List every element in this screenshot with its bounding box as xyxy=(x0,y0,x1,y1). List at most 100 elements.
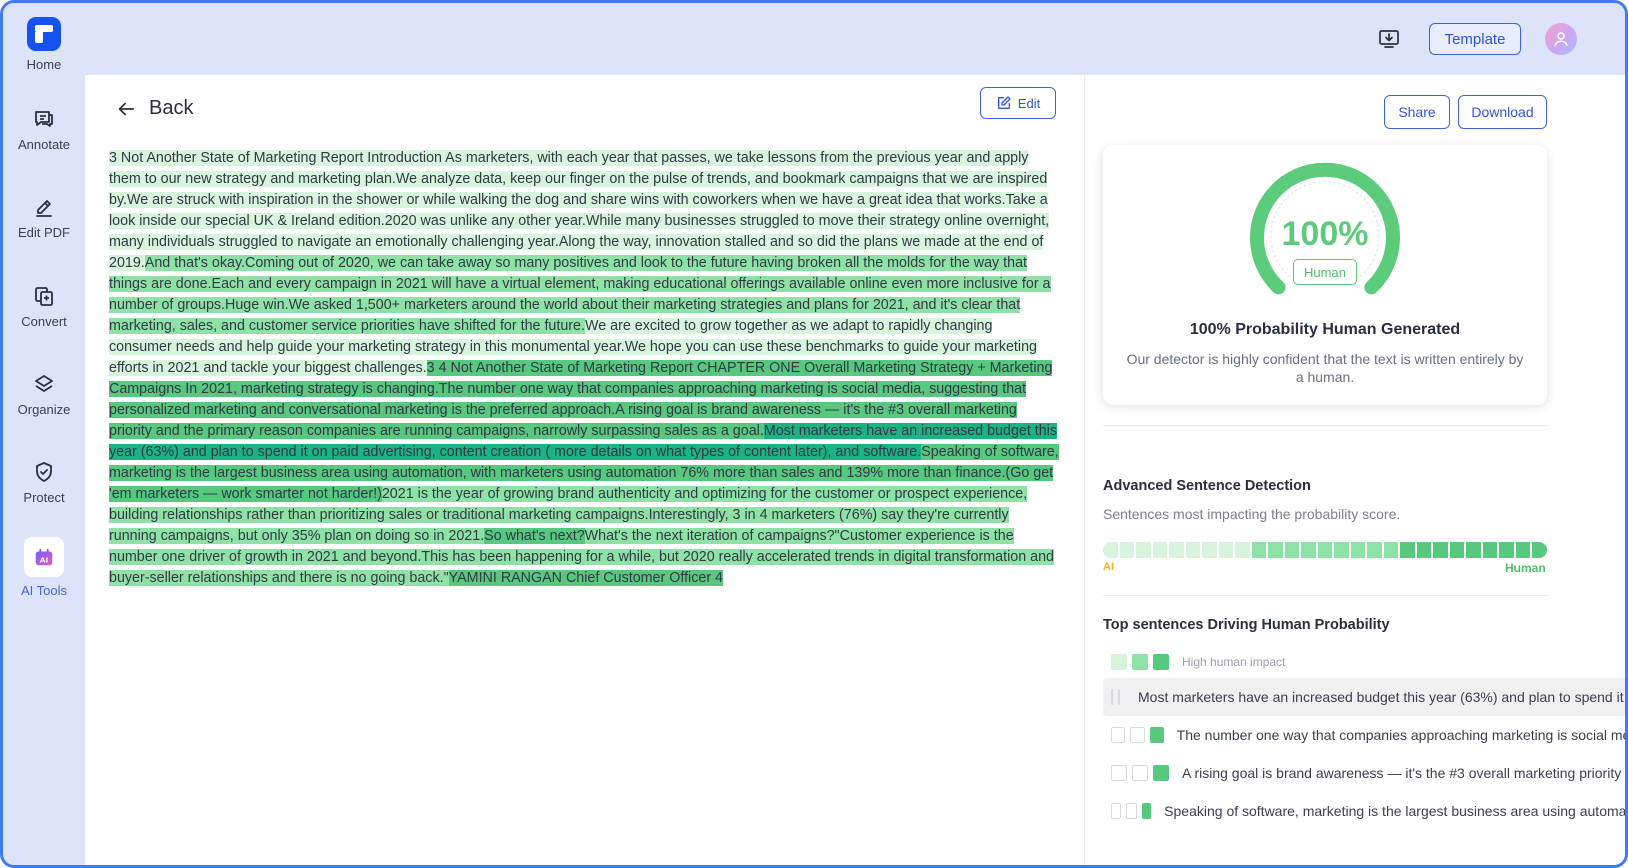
meter-segment xyxy=(1268,542,1283,558)
sidebar-item-edit-pdf[interactable]: Edit PDF xyxy=(3,195,85,240)
sidebar-item-convert[interactable]: Convert xyxy=(3,284,85,329)
legend-label: High human impact xyxy=(1182,655,1286,669)
sentence-highlight: So what's next? xyxy=(484,528,585,544)
impact-box-empty xyxy=(1132,765,1148,781)
template-button[interactable]: Template xyxy=(1429,23,1521,55)
desktop-download-icon[interactable] xyxy=(1377,27,1401,51)
top-sentence-text: The number one way that companies approa… xyxy=(1176,727,1628,743)
sentence-highlight: 3 Not Another State of Marketing Report … xyxy=(109,150,1050,271)
sidebar-item-annotate[interactable]: Annotate xyxy=(3,107,85,152)
top-sentences-title: Top sentences Driving Human Probability xyxy=(1103,617,1390,633)
meter-segment xyxy=(1466,542,1481,558)
organize-icon xyxy=(35,375,53,392)
meter-segment xyxy=(1218,542,1234,558)
meter-segment xyxy=(1515,542,1531,558)
edit-label: Edit xyxy=(1017,95,1041,111)
sidebar-item-home[interactable]: Home xyxy=(3,17,85,72)
impact-legend: High human impact xyxy=(1111,654,1285,670)
meter-segment xyxy=(1235,542,1250,558)
top-sentence-row[interactable]: Speaking of software, marketing is the l… xyxy=(1103,792,1625,830)
meter-segment xyxy=(1532,542,1547,558)
meter-segment xyxy=(1433,542,1448,558)
top-sentence-row[interactable]: A rising goal is brand awareness — it's … xyxy=(1103,754,1625,792)
sidebar-item-label: Convert xyxy=(21,314,67,329)
back-button[interactable]: Back xyxy=(115,97,193,120)
sidebar-item-label: Organize xyxy=(17,402,71,417)
top-sentence-row[interactable]: Most marketers have an increased budget … xyxy=(1103,678,1625,716)
meter-segment xyxy=(1152,542,1168,558)
impact-box-empty xyxy=(1111,689,1113,705)
meter-segment xyxy=(1136,542,1151,558)
meter-segment xyxy=(1202,542,1217,558)
meter-segment xyxy=(1284,542,1300,558)
legend-swatch-mid xyxy=(1132,654,1148,670)
edit-pdf-icon xyxy=(36,200,52,217)
impact-box-filled xyxy=(1141,803,1152,819)
legend-swatch-high xyxy=(1153,654,1169,670)
impact-box-empty xyxy=(1111,727,1126,743)
impact-box-empty xyxy=(1111,765,1127,781)
sidebar-item-ai-tools[interactable]: AI AI Tools xyxy=(3,537,85,598)
legend-swatch-low xyxy=(1111,654,1127,670)
impact-box-empty xyxy=(1111,803,1122,819)
sidebar-item-label: AI Tools xyxy=(20,583,67,598)
analyzed-text: 3 Not Another State of Marketing Report … xyxy=(109,148,1059,589)
top-sentence-text: A rising goal is brand awareness — it's … xyxy=(1182,765,1622,781)
convert-icon xyxy=(35,287,53,306)
probability-description: Our detector is highly confident that th… xyxy=(1126,351,1524,385)
meter-segment xyxy=(1499,542,1514,558)
user-icon xyxy=(1554,32,1568,46)
annotate-icon xyxy=(35,111,53,127)
sidebar-item-label: Annotate xyxy=(17,137,71,152)
results-panel: Share Download 100% Human 100% Probabili… xyxy=(1085,75,1628,865)
meter-segment xyxy=(1367,542,1382,558)
meter-segment xyxy=(1400,542,1415,558)
arrow-left-icon xyxy=(118,102,135,115)
home-logo-icon xyxy=(27,17,61,51)
sidebar-item-protect[interactable]: Protect xyxy=(3,460,85,505)
divider xyxy=(1103,595,1547,596)
download-button[interactable]: Download xyxy=(1458,95,1547,129)
share-button[interactable]: Share xyxy=(1384,95,1450,129)
top-sentence-text: Most marketers have an increased budget … xyxy=(1138,689,1625,705)
meter-segment xyxy=(1383,542,1399,558)
verdict-badge: Human xyxy=(1293,259,1357,285)
edit-icon xyxy=(997,96,1011,109)
user-avatar[interactable] xyxy=(1545,23,1577,55)
edit-button[interactable]: Edit xyxy=(980,87,1056,119)
ai-tools-icon: AI xyxy=(35,548,53,566)
advanced-detection-title: Advanced Sentence Detection xyxy=(1103,478,1311,494)
score-card: 100% Human 100% Probability Human Genera… xyxy=(1103,145,1547,405)
top-header: Template xyxy=(85,3,1625,75)
impact-box-empty xyxy=(1130,727,1145,743)
meter-segment xyxy=(1301,542,1316,558)
meter-segment xyxy=(1350,542,1366,558)
protect-icon xyxy=(36,462,52,482)
sidebar-item-label: Home xyxy=(26,57,62,72)
sidebar-item-label: Edit PDF xyxy=(17,225,70,240)
document-panel: Back Edit 3 Not Another State of Marketi… xyxy=(85,75,1085,865)
meter-segment xyxy=(1169,542,1184,558)
meter-segment xyxy=(1334,542,1349,558)
probability-percent: 100% xyxy=(1281,215,1369,253)
divider xyxy=(1103,425,1547,426)
top-sentence-row[interactable]: The number one way that companies approa… xyxy=(1103,716,1628,754)
probability-title: 100% Probability Human Generated xyxy=(1189,321,1461,338)
meter-segment xyxy=(1119,542,1135,558)
back-label: Back xyxy=(149,97,194,119)
svg-text:AI: AI xyxy=(40,556,49,565)
probability-meter xyxy=(1103,542,1547,558)
ai-tools-icon-box: AI xyxy=(24,537,64,577)
meter-segment xyxy=(1416,542,1432,558)
impact-box-empty xyxy=(1126,803,1137,819)
meter-segment xyxy=(1185,542,1201,558)
sidebar-item-organize[interactable]: Organize xyxy=(3,372,85,417)
impact-box-filled xyxy=(1149,727,1164,743)
advanced-detection-subtitle: Sentences most impacting the probability… xyxy=(1103,506,1401,522)
meter-segment xyxy=(1482,542,1498,558)
meter-segment xyxy=(1103,542,1118,558)
sidebar: Home Annotate Edit PDF Convert Organize xyxy=(3,3,85,865)
meter-segment xyxy=(1317,542,1333,558)
meter-segment xyxy=(1251,542,1267,558)
sidebar-item-label: Protect xyxy=(23,490,65,505)
